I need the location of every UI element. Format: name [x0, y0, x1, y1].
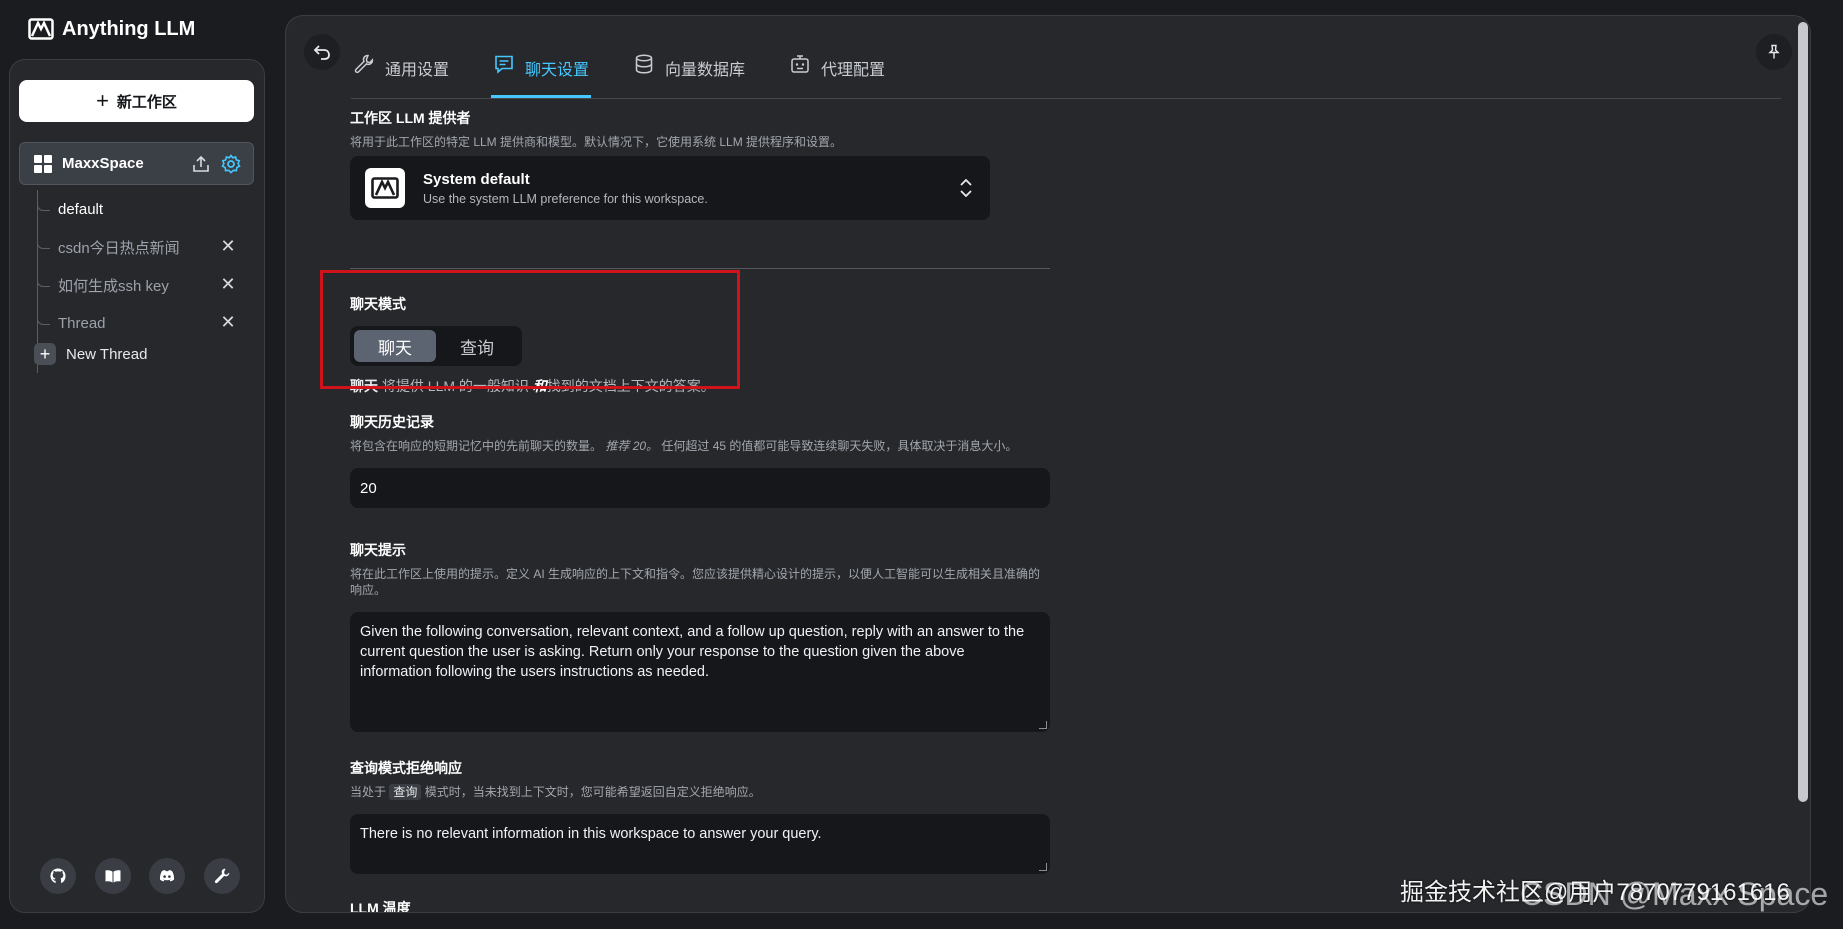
- section-description: 将用于此工作区的特定 LLM 提供商和模型。默认情况下，它使用系统 LLM 提供…: [350, 135, 843, 149]
- new-thread-button[interactable]: + New Thread: [34, 343, 147, 365]
- close-icon[interactable]: ✕: [220, 313, 236, 331]
- chat-prompt-section: 聊天提示 将在此工作区上使用的提示。定义 AI 生成响应的上下文和指令。您应该提…: [350, 540, 1050, 732]
- divider: [350, 268, 1050, 269]
- docs-book-icon[interactable]: [94, 858, 131, 894]
- chat-prompt-textarea[interactable]: Given the following conversation, releva…: [350, 612, 1050, 732]
- tab-general-settings[interactable]: 通用设置: [351, 40, 451, 98]
- robot-icon: [791, 55, 809, 73]
- refusal-response-textarea[interactable]: There is no relevant information in this…: [350, 814, 1050, 874]
- discord-icon[interactable]: [149, 858, 186, 894]
- section-title: 工作区 LLM 提供者: [350, 110, 471, 126]
- chat-icon: [495, 55, 513, 74]
- brand-name: Anything LLM: [62, 17, 196, 40]
- new-workspace-label: 新工作区: [116, 93, 177, 111]
- thread-list: default csdn今日热点新闻 ✕ 如何生成ssh key ✕ Threa…: [28, 190, 258, 373]
- tab-label: 聊天设置: [525, 62, 590, 79]
- tab-label: 代理配置: [821, 62, 886, 79]
- tab-label: 通用设置: [385, 62, 450, 79]
- settings-tabs: 通用设置 聊天设置 向量数据库 代理配置: [351, 40, 887, 98]
- history-count-input[interactable]: 20: [350, 468, 1050, 508]
- close-icon[interactable]: ✕: [220, 275, 236, 293]
- scrollbar[interactable]: [1798, 22, 1808, 802]
- query-refusal-section: 查询模式拒绝响应 当处于 查询 模式时，当未找到上下文时，您可能希望返回自定义拒…: [350, 758, 1050, 874]
- section-description: 将包含在响应的短期记忆中的先前聊天的数量。 推荐 20。 任何超过 45 的值都…: [350, 439, 1018, 453]
- brand-logo: Anything LLM: [28, 16, 195, 42]
- llm-provider-section: 工作区 LLM 提供者 将用于此工作区的特定 LLM 提供商和模型。默认情况下，…: [350, 108, 1050, 150]
- section-description: 将在此工作区上使用的提示。定义 AI 生成响应的上下文和指令。您应该提供精心设计…: [350, 567, 1041, 597]
- wrench-icon[interactable]: [203, 858, 240, 894]
- thread-item-default[interactable]: default: [28, 190, 258, 228]
- llm-temperature-section: LLM 温度: [350, 898, 411, 913]
- section-title: 查询模式拒绝响应: [350, 760, 462, 776]
- provider-subtitle: Use the system LLM preference for this w…: [423, 191, 708, 206]
- tab-vector-database[interactable]: 向量数据库: [631, 40, 747, 98]
- section-title: LLM 温度: [350, 900, 411, 913]
- thread-label: 如何生成ssh key: [58, 277, 169, 295]
- chat-settings-form: 工作区 LLM 提供者 将用于此工作区的特定 LLM 提供商和模型。默认情况下，…: [350, 108, 1050, 912]
- new-thread-label: New Thread: [66, 345, 148, 363]
- wrench-icon: [354, 54, 374, 74]
- workspace-name: MaxxSpace: [62, 155, 144, 172]
- section-description: 当处于 查询 模式时，当未找到上下文时，您可能希望返回自定义拒绝响应。: [350, 784, 761, 800]
- resize-handle[interactable]: [1039, 721, 1047, 729]
- github-icon[interactable]: [40, 858, 76, 894]
- chat-history-section: 聊天历史记录 将包含在响应的短期记忆中的先前聊天的数量。 推荐 20。 任何超过…: [350, 412, 1050, 508]
- plus-icon: +: [34, 343, 56, 365]
- thread-label: Thread: [58, 314, 106, 332]
- new-workspace-button[interactable]: + 新工作区: [19, 80, 254, 122]
- thread-item[interactable]: csdn今日热点新闻 ✕: [28, 228, 258, 266]
- llm-provider-select[interactable]: System default Use the system LLM prefer…: [350, 156, 990, 220]
- database-icon: [635, 54, 653, 74]
- watermark: 掘金技术社区@用户7870779161616 CSDN @Maxx Space: [1400, 876, 1829, 912]
- workspace-item[interactable]: MaxxSpace: [19, 142, 254, 185]
- anything-llm-logo-icon: [28, 18, 54, 40]
- plus-icon: +: [96, 88, 109, 113]
- sidebar-footer: [40, 858, 240, 894]
- provider-name: System default: [423, 170, 530, 188]
- settings-panel: 通用设置 聊天设置 向量数据库 代理配置 工作区 LLM 提供者 将用于此工作区…: [285, 15, 1811, 913]
- thread-item[interactable]: 如何生成ssh key ✕: [28, 266, 258, 304]
- back-button[interactable]: [304, 34, 340, 70]
- resize-handle[interactable]: [1039, 863, 1047, 871]
- tab-agent-config[interactable]: 代理配置: [787, 40, 887, 98]
- chevron-updown-icon: [958, 176, 974, 205]
- section-title: 聊天历史记录: [350, 414, 434, 430]
- back-arrow-icon: [313, 45, 330, 60]
- tab-chat-settings[interactable]: 聊天设置: [491, 40, 592, 98]
- annotation-highlight-box: [320, 270, 740, 389]
- sidebar: + 新工作区 MaxxSpace default csdn今日热点新闻 ✕ 如何…: [9, 59, 265, 913]
- pin-icon: [1768, 44, 1780, 59]
- pin-button[interactable]: [1756, 34, 1792, 70]
- provider-logo-icon: [365, 168, 405, 208]
- thread-label: default: [58, 200, 104, 218]
- gear-icon[interactable]: [221, 154, 241, 174]
- workspace-grid-icon: [34, 154, 52, 173]
- thread-label: csdn今日热点新闻: [58, 239, 180, 257]
- close-icon[interactable]: ✕: [220, 237, 236, 255]
- thread-item[interactable]: Thread ✕: [28, 304, 258, 342]
- upload-icon[interactable]: [191, 154, 211, 174]
- tab-label: 向量数据库: [665, 62, 746, 79]
- section-title: 聊天提示: [350, 542, 406, 558]
